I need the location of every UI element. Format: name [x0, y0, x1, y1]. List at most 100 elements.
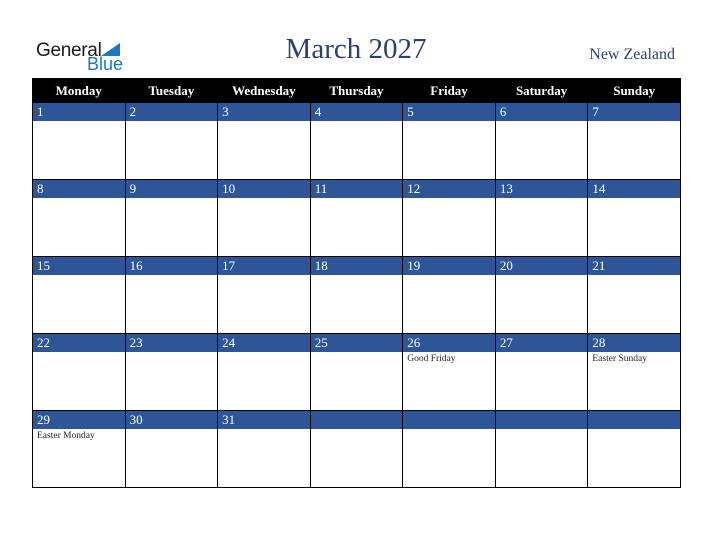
day-number: 19 — [403, 257, 495, 275]
day-cell[interactable]: 7 — [587, 102, 681, 180]
holiday-label — [588, 121, 680, 123]
day-cell[interactable]: 13 — [494, 179, 589, 257]
day-cell[interactable]: 26 Good Friday — [402, 333, 496, 411]
day-cell[interactable]: 12 — [402, 179, 496, 257]
day-number: 28 — [588, 334, 680, 352]
day-cell[interactable]: 22 — [32, 333, 126, 411]
day-number: 17 — [218, 257, 310, 275]
holiday-label — [126, 429, 218, 431]
day-number — [495, 411, 588, 429]
day-number: 29 — [33, 411, 125, 429]
day-number: 31 — [218, 411, 310, 429]
holiday-label — [218, 352, 310, 354]
holiday-label — [311, 275, 403, 277]
day-number: 21 — [588, 257, 680, 275]
calendar-grid: Monday Tuesday Wednesday Thursday Friday… — [32, 78, 681, 488]
day-cell[interactable] — [587, 410, 681, 488]
holiday-label — [218, 121, 310, 123]
week-row: 15 16 17 18 19 20 21 — [32, 256, 681, 334]
day-cell[interactable]: 9 — [124, 179, 219, 257]
day-number: 23 — [125, 334, 218, 352]
day-number: 8 — [33, 180, 125, 198]
holiday-label: Easter Monday — [37, 431, 95, 441]
holiday-label — [311, 429, 403, 431]
holiday-label — [311, 198, 403, 200]
day-cell[interactable]: 15 — [32, 256, 126, 334]
day-number: 26 — [403, 334, 495, 352]
day-cell[interactable]: 14 — [587, 179, 681, 257]
day-number: 15 — [33, 257, 125, 275]
day-number: 14 — [588, 180, 680, 198]
holiday-label — [126, 352, 218, 354]
day-number: 11 — [310, 180, 403, 198]
holiday-label — [403, 429, 495, 431]
day-cell[interactable]: 16 — [124, 256, 219, 334]
holiday-label — [496, 198, 588, 200]
weekday-header: Friday — [402, 78, 496, 103]
day-cell[interactable]: 30 — [124, 410, 219, 488]
day-cell[interactable]: 19 — [402, 256, 496, 334]
day-cell[interactable]: 24 — [217, 333, 311, 411]
holiday-label — [311, 121, 403, 123]
day-number: 30 — [125, 411, 218, 429]
holiday-label — [403, 121, 495, 123]
day-cell[interactable]: 10 — [217, 179, 311, 257]
day-number: 3 — [218, 103, 310, 121]
day-number: 24 — [218, 334, 310, 352]
day-cell[interactable]: 5 — [402, 102, 496, 180]
holiday-label — [126, 198, 218, 200]
holiday-label — [496, 275, 588, 277]
day-number: 2 — [125, 103, 218, 121]
day-cell[interactable]: 2 — [124, 102, 219, 180]
day-number: 18 — [310, 257, 403, 275]
day-number: 10 — [218, 180, 310, 198]
day-number: 5 — [403, 103, 495, 121]
day-cell[interactable]: 11 — [309, 179, 404, 257]
holiday-label — [126, 275, 218, 277]
day-cell[interactable]: 29 Easter Monday — [32, 410, 126, 488]
holiday-label — [218, 275, 310, 277]
holiday-label — [403, 198, 495, 200]
week-row: 22 23 24 25 26 Good Friday 27 28 Easter Sunday — [32, 333, 681, 411]
holiday-label — [496, 121, 588, 123]
day-cell[interactable]: 31 — [217, 410, 311, 488]
day-cell[interactable]: 3 — [217, 102, 311, 180]
holiday-label — [588, 275, 680, 277]
day-cell[interactable]: 18 — [309, 256, 404, 334]
day-cell[interactable]: 6 — [494, 102, 589, 180]
holiday-label — [33, 352, 125, 354]
weekday-header: Saturday — [494, 78, 589, 103]
day-cell[interactable]: 17 — [217, 256, 311, 334]
day-number: 22 — [33, 334, 125, 352]
day-cell[interactable]: 8 — [32, 179, 126, 257]
day-cell[interactable]: 27 — [494, 333, 589, 411]
day-cell[interactable] — [309, 410, 404, 488]
week-row: 8 9 10 11 12 13 14 — [32, 179, 681, 257]
holiday-label — [403, 275, 495, 277]
weekday-header: Thursday — [309, 78, 404, 103]
day-number: 1 — [33, 103, 125, 121]
day-cell[interactable]: 21 — [587, 256, 681, 334]
weekday-header-row: Monday Tuesday Wednesday Thursday Friday… — [32, 78, 681, 103]
day-cell[interactable]: 28 Easter Sunday — [587, 333, 681, 411]
holiday-label — [588, 429, 680, 431]
country-label: New Zealand — [589, 46, 675, 63]
day-cell[interactable]: 4 — [309, 102, 404, 180]
day-cell[interactable]: 25 — [309, 333, 404, 411]
day-number: 13 — [495, 180, 588, 198]
holiday-label — [496, 352, 588, 354]
day-cell[interactable]: 1 — [32, 102, 126, 180]
day-number: 4 — [310, 103, 403, 121]
day-number — [310, 411, 403, 429]
holiday-label — [126, 121, 218, 123]
holiday-label — [588, 198, 680, 200]
day-cell[interactable] — [494, 410, 589, 488]
day-number — [588, 411, 680, 429]
day-cell[interactable]: 23 — [124, 333, 219, 411]
holiday-label — [33, 121, 125, 123]
weekday-header: Wednesday — [217, 78, 311, 103]
day-cell[interactable]: 20 — [494, 256, 589, 334]
holiday-label — [218, 198, 310, 200]
day-cell[interactable] — [402, 410, 496, 488]
day-number: 9 — [125, 180, 218, 198]
